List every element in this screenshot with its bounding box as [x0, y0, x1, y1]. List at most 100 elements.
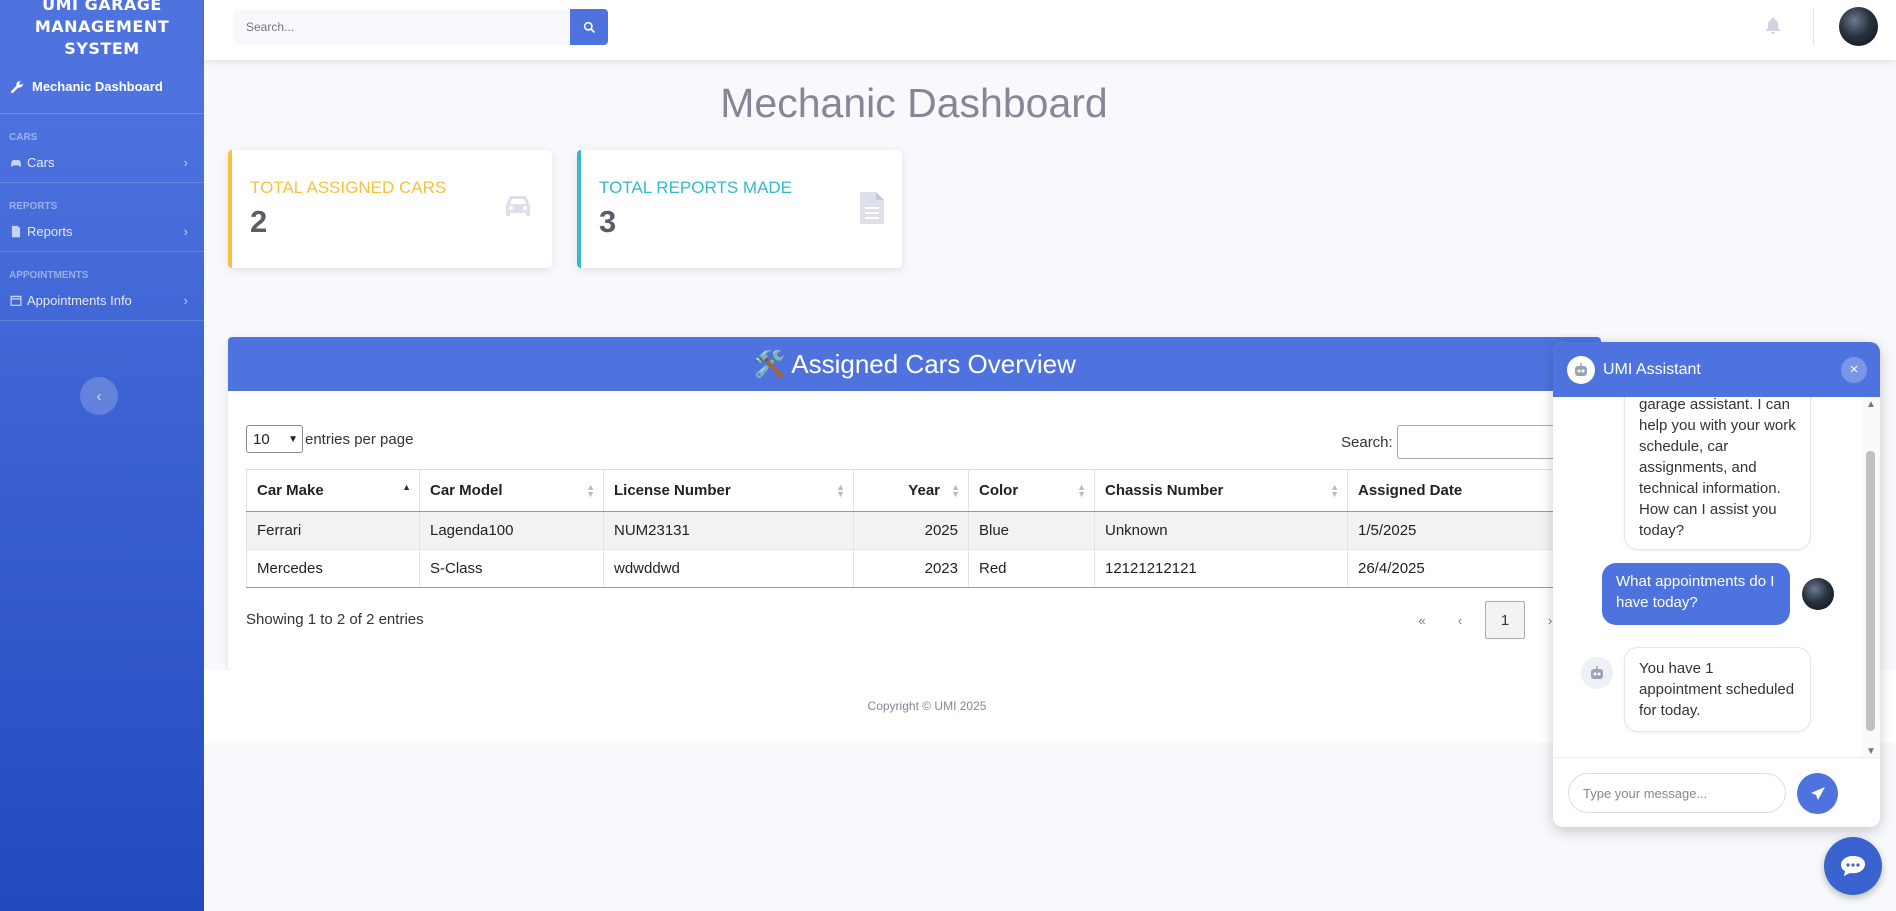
- cell-car-model: Lagenda100: [419, 511, 604, 550]
- chat-input-row: Type your message...: [1553, 757, 1880, 827]
- sidebar-item-mechanic-dashboard[interactable]: Mechanic Dashboard: [0, 60, 204, 114]
- column-label: Year: [908, 482, 940, 499]
- page-size-select[interactable]: 10 ▼: [246, 425, 303, 453]
- column-header-license-number[interactable]: License Number ▲ ▼: [603, 469, 854, 512]
- bot-message: You have 1 appointment scheduled for tod…: [1624, 647, 1811, 732]
- sidebar-item-reports[interactable]: Reports ›: [0, 212, 204, 252]
- previous-page-button[interactable]: ‹: [1441, 613, 1479, 628]
- sidebar-item-label: Cars: [27, 155, 55, 170]
- page-1-button[interactable]: 1: [1485, 601, 1525, 639]
- cell-assigned-date: 26/4/2025: [1347, 549, 1584, 588]
- chat-message-input[interactable]: Type your message...: [1568, 773, 1786, 813]
- chat-toggle-button[interactable]: [1824, 837, 1882, 895]
- file-icon: [860, 192, 884, 224]
- total-assigned-cars-card: TOTAL ASSIGNED CARS 2: [228, 150, 552, 268]
- cell-color: Blue: [968, 511, 1095, 550]
- cell-car-model: S-Class: [419, 549, 604, 588]
- column-label: License Number: [614, 482, 731, 499]
- cell-license-number: NUM23131: [603, 511, 854, 550]
- sort-icon: ▲: [402, 482, 411, 492]
- chevron-right-icon: ›: [183, 293, 188, 308]
- message-text: garage assistant. I can help you with yo…: [1639, 397, 1796, 539]
- chat-header: UMI Assistant ×: [1553, 342, 1880, 397]
- entries-per-page: 10 ▼ entries per page: [246, 425, 413, 453]
- sidebar-item-cars[interactable]: Cars ›: [0, 143, 204, 183]
- cell-chassis-number: 12121212121: [1094, 549, 1348, 588]
- message-text: You have 1 appointment scheduled for tod…: [1639, 660, 1795, 719]
- assigned-cars-title: Assigned Cars Overview: [791, 349, 1076, 379]
- sidebar-item-label: Mechanic Dashboard: [32, 79, 163, 94]
- user-avatar[interactable]: [1839, 7, 1878, 46]
- file-icon: [11, 225, 21, 238]
- sort-icon: ▲ ▼: [1330, 482, 1339, 499]
- chevron-down-icon: ▼: [288, 433, 298, 445]
- chevron-right-icon: ›: [183, 155, 188, 170]
- first-page-button[interactable]: «: [1403, 613, 1441, 628]
- search-icon: [583, 21, 595, 33]
- sort-icon: ▲ ▼: [951, 482, 960, 499]
- brand-line: UMI GARAGE: [42, 0, 162, 14]
- sidebar-item-label: Appointments Info: [27, 293, 132, 308]
- cell-car-make: Ferrari: [246, 511, 420, 550]
- chat-scrollbar[interactable]: ▲ ▼: [1862, 397, 1880, 757]
- column-header-car-model[interactable]: Car Model ▲ ▼: [419, 469, 604, 512]
- sidebar-heading-appointments: APPOINTMENTS: [9, 270, 89, 281]
- column-header-car-make[interactable]: Car Make ▲: [246, 469, 420, 512]
- sidebar-item-appointments-info[interactable]: Appointments Info ›: [0, 281, 204, 321]
- table-info: Showing 1 to 2 of 2 entries: [246, 611, 424, 628]
- brand-line: MANAGEMENT: [34, 17, 170, 36]
- chat-widget: UMI Assistant × garage assistant. I can …: [1553, 342, 1880, 827]
- sidebar: UMI GARAGE MANAGEMENT SYSTEM Mechanic Da…: [0, 0, 204, 911]
- cell-year: 2023: [853, 549, 969, 588]
- sort-icon: ▲ ▼: [836, 482, 845, 499]
- sidebar-heading-reports: REPORTS: [9, 201, 58, 212]
- page-size-value: 10: [253, 430, 270, 448]
- calendar-icon: [10, 295, 22, 307]
- table-search-input[interactable]: [1396, 425, 1567, 459]
- chat-title: UMI Assistant: [1603, 360, 1701, 378]
- table-row: Ferrari Lagenda100 NUM23131 2025 Blue Un…: [246, 511, 1584, 550]
- sidebar-heading-cars: CARS: [9, 132, 38, 143]
- brand-logo-text[interactable]: UMI GARAGE MANAGEMENT SYSTEM: [0, 0, 204, 58]
- search-input[interactable]: [234, 9, 570, 45]
- sort-icon: ▲ ▼: [1077, 482, 1086, 499]
- column-label: Assigned Date: [1358, 482, 1463, 499]
- user-avatar: [1802, 578, 1834, 610]
- topbar-search: [234, 9, 608, 45]
- sidebar-item-label: Reports: [27, 224, 73, 239]
- column-header-year[interactable]: Year ▲ ▼: [853, 469, 969, 512]
- chat-messages: garage assistant. I can help you with yo…: [1553, 397, 1862, 757]
- chat-bubble-icon: [1841, 856, 1865, 876]
- column-header-color[interactable]: Color ▲ ▼: [968, 469, 1095, 512]
- send-button[interactable]: [1797, 773, 1838, 814]
- sidebar-toggle-button[interactable]: ‹: [80, 377, 118, 415]
- entries-label: entries per page: [305, 430, 414, 448]
- topbar: [204, 0, 1896, 60]
- car-icon: [506, 195, 530, 216]
- assistant-avatar: [1567, 355, 1595, 384]
- robot-icon: [1591, 666, 1603, 679]
- scrollbar-thumb[interactable]: [1866, 451, 1875, 731]
- cell-year: 2025: [853, 511, 969, 550]
- chat-close-button[interactable]: ×: [1841, 357, 1867, 383]
- scroll-down-icon[interactable]: ▼: [1866, 746, 1876, 757]
- chevron-right-icon: ›: [183, 224, 188, 239]
- brand-line: SYSTEM: [64, 39, 140, 58]
- scroll-up-icon[interactable]: ▲: [1866, 399, 1876, 410]
- assigned-cars-card: 🛠️ Assigned Cars Overview 10 ▼ entries p…: [228, 337, 1601, 670]
- tools-icon: 🛠️: [753, 349, 786, 379]
- message-text: What appointments do I have today?: [1616, 573, 1775, 611]
- column-label: Color: [979, 482, 1019, 499]
- column-header-chassis-number[interactable]: Chassis Number ▲ ▼: [1094, 469, 1348, 512]
- column-label: Chassis Number: [1105, 482, 1224, 499]
- card-value: 3: [599, 204, 617, 239]
- table-search: Search:: [1341, 425, 1567, 459]
- search-button[interactable]: [570, 9, 608, 45]
- bell-icon[interactable]: [1765, 16, 1781, 34]
- total-reports-made-card: TOTAL REPORTS MADE 3: [577, 150, 902, 268]
- chevron-left-icon: ‹: [96, 387, 102, 405]
- cell-car-make: Mercedes: [246, 549, 420, 588]
- bot-message: garage assistant. I can help you with yo…: [1624, 397, 1811, 550]
- column-header-assigned-date[interactable]: Assigned Date: [1347, 469, 1584, 512]
- wrench-icon: [10, 80, 23, 93]
